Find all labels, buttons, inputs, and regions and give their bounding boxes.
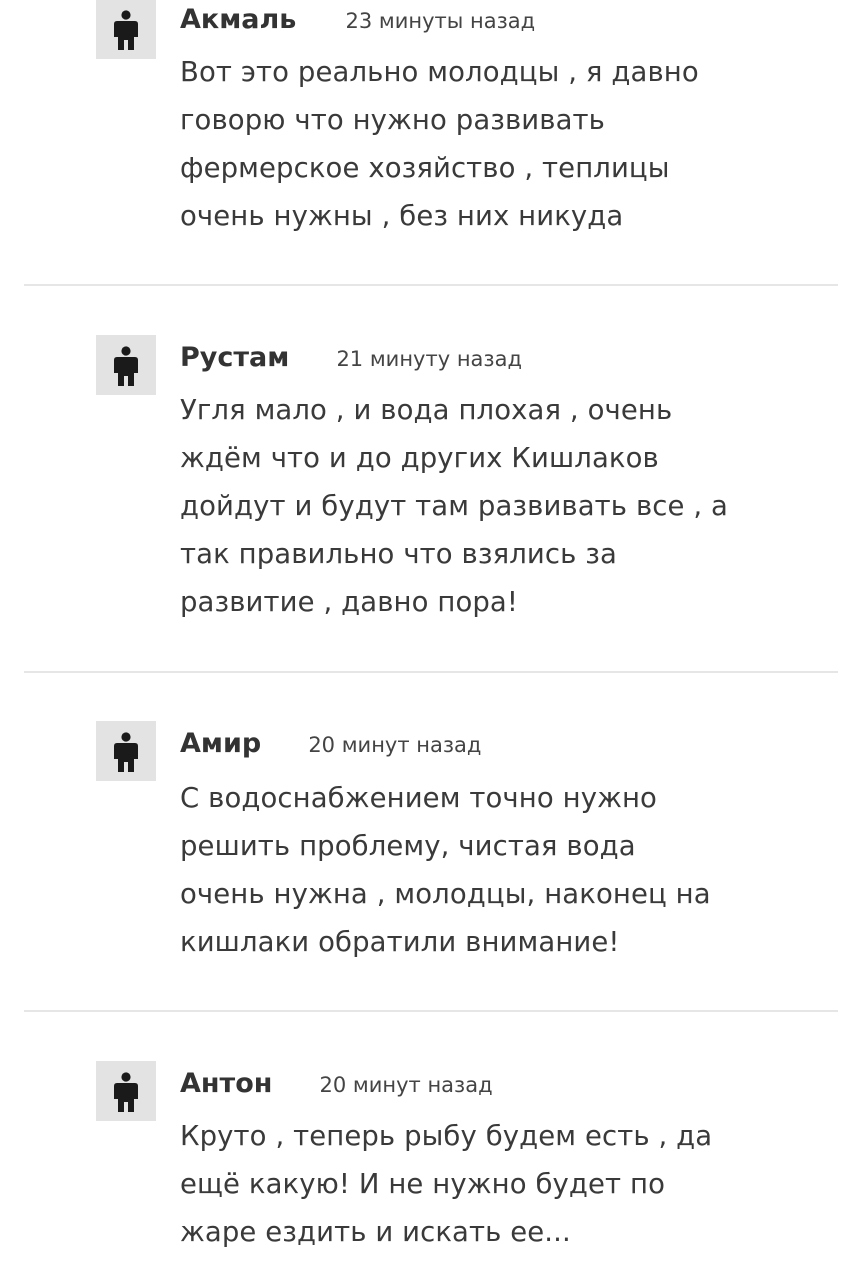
comment-line: дойдут и будут там развивать все , а [180,490,728,522]
comment-timestamp: 23 минуты назад [345,9,536,33]
comment-meta: Амир 20 минут назад [180,728,481,759]
comment-line: решить проблему, чистая вода [180,830,636,862]
user-silhouette-icon [114,10,138,50]
comment-line: очень нужны , без них никуда [180,200,624,232]
comment-line: Вот это реально молодцы , я давно [180,56,699,88]
comment-text: Угля мало , и вода плохая , очень ждём ч… [180,386,780,626]
comment-line: С водоснабжением точно нужно [180,782,657,814]
comment-timestamp: 20 минут назад [308,733,482,757]
avatar [96,335,156,395]
comment-divider [24,1010,838,1012]
comment-meta: Рустам 21 минуту назад [180,342,522,373]
comment-line: жаре ездить и искать ее... [180,1216,571,1248]
comment-line: очень нужна , молодцы, наконец на [180,878,711,910]
comment-line: говорю что нужно развивать [180,104,605,136]
comment-text: С водоснабжением точно нужно решить проб… [180,774,780,966]
comment-author[interactable]: Антон [180,1068,272,1099]
comment-divider [24,671,838,673]
comment-line: Круто , теперь рыбу будем есть , да [180,1120,713,1152]
comment-line: ждём что и до других Кишлаков [180,442,659,474]
avatar [96,0,156,59]
comment-line: Угля мало , и вода плохая , очень [180,394,673,426]
avatar [96,1061,156,1121]
comment-meta: Антон 20 минут назад [180,1068,493,1099]
user-silhouette-icon [114,346,138,386]
comment-author[interactable]: Акмаль [180,4,296,35]
comment-meta: Акмаль 23 минуты назад [180,4,535,35]
comment-line: так правильно что взялись за [180,538,617,570]
comment-author[interactable]: Рустам [180,342,289,373]
comment-line: ещё какую! И не нужно будет по [180,1168,666,1200]
comment-line: фермерское хозяйство , теплицы [180,152,670,184]
avatar [96,721,156,781]
comment-author[interactable]: Амир [180,728,261,759]
comment-line: развитие , давно пора! [180,586,519,618]
comment-line: кишлаки обратили внимание! [180,926,620,958]
comment-divider [24,284,838,286]
user-silhouette-icon [114,732,138,772]
comment-text: Вот это реально молодцы , я давно говорю… [180,48,780,240]
comment-timestamp: 21 минуту назад [336,347,522,371]
comment-text: Круто , теперь рыбу будем есть , да ещё … [180,1112,780,1256]
user-silhouette-icon [114,1072,138,1112]
comment-timestamp: 20 минут назад [319,1073,493,1097]
